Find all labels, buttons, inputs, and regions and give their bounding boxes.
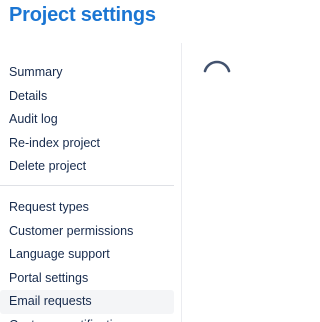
- sidebar-group-project: Summary Details Audit log Re-index proje…: [0, 61, 181, 179]
- sidebar-item-details[interactable]: Details: [0, 85, 174, 109]
- sidebar-item-customer-notifications[interactable]: Customer notifications: [0, 314, 174, 322]
- sidebar-item-customer-permissions[interactable]: Customer permissions: [0, 220, 174, 244]
- sidebar-group-service: Request types Customer permissions Langu…: [0, 196, 181, 322]
- sidebar-item-email-requests[interactable]: Email requests: [0, 290, 174, 314]
- sidebar-item-language-support[interactable]: Language support: [0, 243, 174, 267]
- sidebar-item-audit-log[interactable]: Audit log: [0, 108, 174, 132]
- main-content: [182, 43, 317, 322]
- page-title: Project settings: [9, 4, 156, 26]
- loading-spinner-icon: [203, 60, 231, 73]
- sidebar-item-delete-project[interactable]: Delete project: [0, 155, 174, 179]
- settings-sidebar: Summary Details Audit log Re-index proje…: [0, 43, 181, 322]
- project-settings-page: Project settings Summary Details Audit l…: [0, 0, 317, 322]
- sidebar-item-reindex-project[interactable]: Re-index project: [0, 132, 174, 156]
- sidebar-item-portal-settings[interactable]: Portal settings: [0, 267, 174, 291]
- sidebar-item-request-types[interactable]: Request types: [0, 196, 174, 220]
- sidebar-item-summary[interactable]: Summary: [0, 61, 174, 85]
- sidebar-group-divider: [0, 185, 174, 186]
